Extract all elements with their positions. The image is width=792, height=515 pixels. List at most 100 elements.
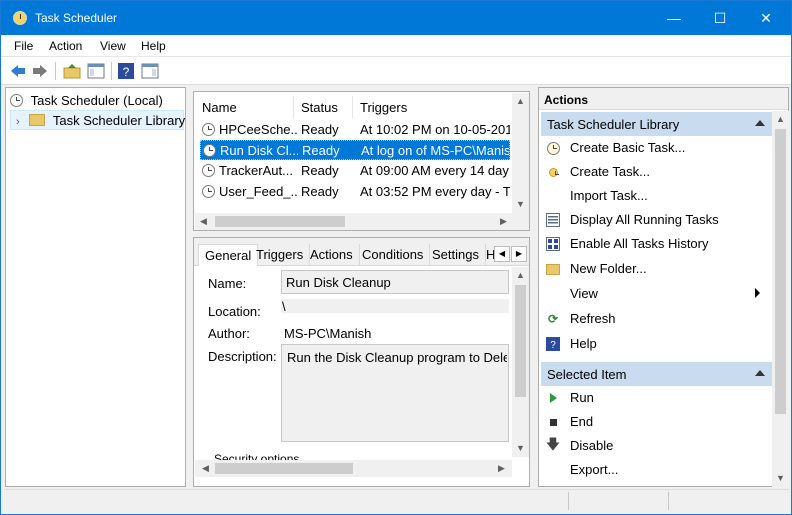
running-tasks-icon <box>545 212 561 228</box>
minimize-button[interactable]: — <box>651 1 697 35</box>
menu-action[interactable]: Action <box>49 39 82 53</box>
action-label: End <box>570 414 594 429</box>
scroll-right-arrow-icon[interactable]: ▶ <box>495 213 512 230</box>
tab-scroll-right-icon[interactable]: ▶ <box>511 246 527 262</box>
action-end[interactable]: End <box>539 411 771 433</box>
scrollbar-thumb[interactable] <box>515 285 526 397</box>
action-new-folder[interactable]: New Folder... <box>539 258 771 280</box>
scroll-right-arrow-icon[interactable]: ▶ <box>493 460 510 477</box>
action-label: Create Basic Task... <box>570 140 686 155</box>
action-view[interactable]: View <box>539 283 771 305</box>
task-row[interactable]: User_Feed_... Ready At 03:52 PM every da… <box>200 182 510 202</box>
column-header-status[interactable]: Status <box>301 100 338 115</box>
location-label: Location: <box>208 304 261 319</box>
tree-item-label: Task Scheduler (Local) <box>30 93 163 108</box>
column-header-triggers[interactable]: Triggers <box>360 100 407 115</box>
tree-item-task-scheduler-library[interactable]: › Task Scheduler Library <box>10 110 186 130</box>
scroll-left-arrow-icon[interactable]: ◀ <box>197 460 214 477</box>
menu-bar: File Action View Help <box>1 35 791 57</box>
scrollbar-thumb[interactable] <box>215 216 345 227</box>
forward-arrow-icon[interactable] <box>31 62 49 80</box>
tab-conditions[interactable]: Conditions <box>356 244 431 266</box>
task-row[interactable]: TrackerAut... Ready At 09:00 AM every 14… <box>200 161 510 181</box>
task-status: Ready <box>301 163 339 178</box>
back-arrow-icon[interactable] <box>9 62 27 80</box>
tree-item-task-scheduler-local[interactable]: Task Scheduler (Local) <box>10 93 163 108</box>
task-row-selected[interactable]: Run Disk Cl... Ready At log on of MS-PC\… <box>200 140 510 160</box>
create-basic-task-icon <box>545 140 561 156</box>
menu-help[interactable]: Help <box>141 39 166 53</box>
task-clock-icon <box>202 164 215 177</box>
scrollbar-thumb[interactable] <box>775 129 786 414</box>
action-create-basic-task[interactable]: Create Basic Task... <box>539 137 771 159</box>
task-list-horizontal-scrollbar[interactable]: ◀ ▶ <box>195 213 529 230</box>
scroll-up-arrow-icon[interactable]: ▲ <box>512 267 529 284</box>
clock-icon <box>10 94 23 107</box>
status-divider <box>568 492 569 510</box>
task-scheduler-icon <box>13 11 27 25</box>
action-refresh[interactable]: ⟳ Refresh <box>539 308 771 330</box>
action-label: Disable <box>570 438 614 453</box>
menu-view[interactable]: View <box>100 39 126 53</box>
column-header-name[interactable]: Name <box>202 100 237 115</box>
status-bar <box>5 489 789 511</box>
task-name: Run Disk Cl... <box>220 143 298 158</box>
tree-item-label: Task Scheduler Library <box>52 113 186 128</box>
action-import-task[interactable]: Import Task... <box>539 185 771 207</box>
details-horizontal-scrollbar[interactable]: ◀ ▶ <box>195 460 512 477</box>
task-trigger: At 03:52 PM every day - T <box>360 184 510 199</box>
tab-triggers[interactable]: Triggers <box>250 244 311 266</box>
menu-file[interactable]: File <box>14 39 33 53</box>
name-field[interactable]: Run Disk Cleanup <box>281 270 509 294</box>
end-icon <box>545 414 561 430</box>
tab-actions[interactable]: Actions <box>304 244 360 266</box>
task-list-vertical-scrollbar[interactable]: ▲ ▼ <box>512 93 529 213</box>
action-help[interactable]: ? Help <box>539 333 771 355</box>
show-action-pane-icon[interactable] <box>141 62 159 80</box>
show-hide-console-tree-icon[interactable] <box>87 62 105 80</box>
actions-header: Actions <box>539 88 788 110</box>
tab-scroll-left-icon[interactable]: ◀ <box>494 246 510 262</box>
scroll-down-arrow-icon[interactable]: ▼ <box>772 470 789 487</box>
task-clock-icon <box>202 123 215 136</box>
column-separator <box>352 96 353 118</box>
actions-pane: Actions Task Scheduler Library Create Ba… <box>538 87 789 487</box>
collapse-up-icon[interactable] <box>755 370 765 376</box>
scrollbar-thumb[interactable] <box>215 463 353 474</box>
create-task-icon <box>545 164 561 180</box>
scroll-up-arrow-icon[interactable]: ▲ <box>512 93 529 110</box>
task-status: Ready <box>302 143 340 158</box>
tasks-history-icon <box>545 236 561 252</box>
action-disable[interactable]: 🡇 Disable <box>539 435 771 457</box>
chevron-right-icon[interactable]: › <box>16 116 20 128</box>
section-selected-item[interactable]: Selected Item <box>541 362 773 386</box>
action-create-task[interactable]: Create Task... <box>539 161 771 183</box>
action-label: Enable All Tasks History <box>570 236 709 251</box>
scroll-down-arrow-icon[interactable]: ▼ <box>512 196 529 213</box>
actions-vertical-scrollbar[interactable]: ▲ ▼ <box>772 111 789 487</box>
help-toolbar-icon[interactable]: ? <box>117 62 135 80</box>
action-run[interactable]: Run <box>539 387 771 409</box>
svg-text:?: ? <box>550 340 556 351</box>
task-scheduler-window: Task Scheduler — ☐ ✕ File Action View He… <box>0 0 792 515</box>
scroll-up-arrow-icon[interactable]: ▲ <box>772 111 789 128</box>
section-task-scheduler-library[interactable]: Task Scheduler Library <box>541 112 773 136</box>
action-enable-all-tasks-history[interactable]: Enable All Tasks History <box>539 233 771 255</box>
details-vertical-scrollbar[interactable]: ▲ ▼ <box>512 267 529 457</box>
action-label: Import Task... <box>570 188 648 203</box>
description-value: Run the Disk Cleanup program to Delete t <box>287 350 507 365</box>
tab-settings[interactable]: Settings <box>426 244 486 266</box>
collapse-up-icon[interactable] <box>755 120 765 126</box>
action-label: New Folder... <box>570 261 647 276</box>
action-export[interactable]: Export... <box>539 459 771 481</box>
up-folder-icon[interactable] <box>63 62 81 80</box>
scroll-left-arrow-icon[interactable]: ◀ <box>195 213 212 230</box>
description-field[interactable]: Run the Disk Cleanup program to Delete t <box>281 344 509 442</box>
scroll-down-arrow-icon[interactable]: ▼ <box>512 440 529 457</box>
maximize-button[interactable]: ☐ <box>697 1 743 35</box>
close-button[interactable]: ✕ <box>743 1 789 35</box>
folder-icon <box>29 114 46 126</box>
task-row[interactable]: HPCeeSche... Ready At 10:02 PM on 10-05-… <box>200 120 510 140</box>
action-display-all-running-tasks[interactable]: Display All Running Tasks <box>539 209 771 231</box>
action-label: Export... <box>570 462 619 477</box>
